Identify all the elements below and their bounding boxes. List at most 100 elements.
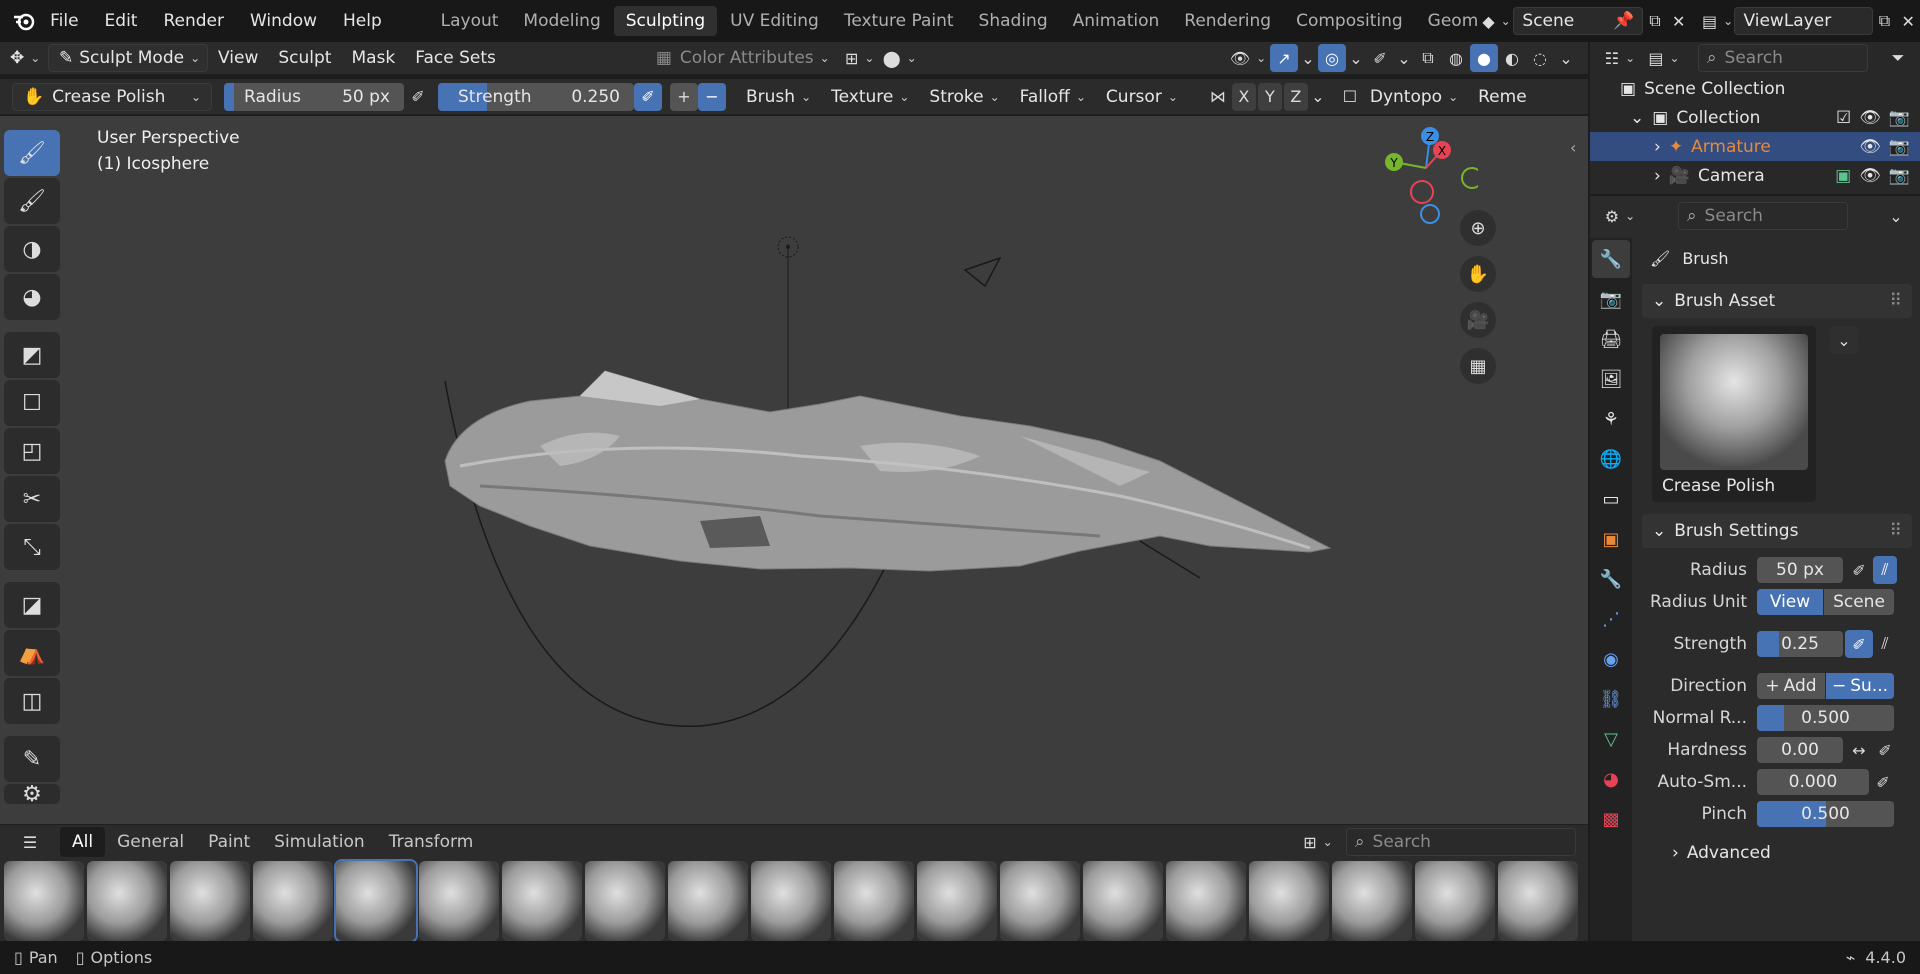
direction-add-icon[interactable]: + [670,82,698,111]
delete-view-layer-icon[interactable]: ✕ [1896,7,1920,35]
auto-smooth-pressure-icon[interactable]: ✐ [1871,768,1895,796]
outliner-editor-icon[interactable]: ☷ ⌄ [1598,44,1642,72]
menu-cursor[interactable]: Cursor ⌄ [1096,83,1188,111]
mirror-dropdown-icon[interactable]: ⌄ [1308,83,1328,111]
menu-face-sets[interactable]: Face Sets [405,44,506,72]
strength-pressure-icon[interactable]: ✐ [1845,630,1873,658]
tab-geometry-nodes[interactable]: Geomet [1416,6,1479,36]
menu-file[interactable]: File [37,0,91,42]
exclude-checkbox[interactable]: ☑ [1836,108,1851,128]
shading-dropdown-icon[interactable]: ⌄ [1554,44,1578,72]
tab-tool-icon[interactable]: 🔧 [1592,240,1630,278]
brush-thumbnail[interactable] [1083,861,1163,941]
box-mask-tool[interactable]: ☐ [4,380,60,426]
tab-shading[interactable]: Shading [967,6,1060,36]
expand-right-icon[interactable]: › [1654,166,1661,186]
radius-pressure-icon[interactable]: ✐ [1845,556,1873,584]
tab-scene-icon[interactable]: ⚘ [1592,400,1630,438]
gizmo-toggle-icon[interactable]: ↗ [1270,44,1298,72]
shelf-menu-icon[interactable]: ☰ [0,828,60,856]
tab-layout[interactable]: Layout [429,6,511,36]
strength-pressure-icon[interactable]: ✐ [634,82,662,111]
shelf-tab-general[interactable]: General [105,827,196,857]
tab-particles-icon[interactable]: ⋰ [1592,600,1630,638]
shading-material-icon[interactable]: ◐ [1498,44,1526,72]
properties-editor-icon[interactable]: ⚙ ⌄ [1598,202,1642,230]
strength-lock-icon[interactable]: ⫽ [1873,630,1897,658]
menu-mask[interactable]: Mask [341,44,405,72]
color-attributes-dropdown[interactable]: ▦ Color Attributes ⌄ [646,44,840,72]
shading-wireframe-icon[interactable]: ◍ [1442,44,1470,72]
mode-selector[interactable]: ✎ Sculpt Mode ⌄ [48,44,208,72]
shelf-search-input[interactable]: ⌕ Search [1346,828,1576,856]
brush-thumbnail[interactable] [1249,861,1329,941]
tab-texture-icon[interactable]: ▩ [1592,800,1630,838]
line-project-tool[interactable]: ⤡ [4,524,60,570]
eye-icon[interactable]: 👁 [1859,166,1881,186]
shelf-tab-paint[interactable]: Paint [196,827,262,857]
filter-icon[interactable]: ⏷ [1884,44,1912,72]
xray-toggle-icon[interactable]: ✐ [1366,44,1394,72]
expand-down-icon[interactable]: ⌄ [1630,108,1644,128]
brush-thumbnail[interactable] [834,861,914,941]
radius-field[interactable]: 50 px [1757,557,1843,583]
brush-thumbnail[interactable] [419,861,499,941]
xray-dropdown-icon[interactable]: ⌄ [1394,44,1414,72]
tab-material-icon[interactable]: ◕ [1592,760,1630,798]
face-set-paint-tool[interactable]: ◕ [4,274,60,320]
radius-unit-scene[interactable]: Scene [1824,589,1894,615]
tab-modifiers-icon[interactable]: 🔧 [1592,560,1630,598]
camera-view-icon[interactable]: 🎥 [1460,302,1496,338]
brush-thumbnail[interactable] [1415,861,1495,941]
hardness-pressure-icon[interactable]: ✐ [1873,736,1897,764]
brush-thumbnail[interactable] [87,861,167,941]
shelf-tab-transform[interactable]: Transform [377,827,486,857]
dyntopo-menu[interactable]: Dyntopo ⌄ [1360,83,1468,111]
color-filter-tool[interactable]: ◫ [4,678,60,724]
menu-sculpt[interactable]: Sculpt [268,44,341,72]
mirror-z-button[interactable]: Z [1283,82,1308,111]
delete-scene-icon[interactable]: ✕ [1667,7,1691,35]
navigation-gizmo[interactable]: Z X Y [1378,126,1478,226]
options-dropdown-icon[interactable]: ⌄ [1882,202,1910,230]
view-layer-icon[interactable]: ▤ ⌄ [1701,7,1735,35]
menu-edit[interactable]: Edit [92,0,151,42]
tab-data-icon[interactable]: ▽ [1592,720,1630,758]
dyntopo-checkbox[interactable]: ☐ [1340,83,1360,111]
menu-view[interactable]: View [208,44,268,72]
drag-handle-icon[interactable]: ⠿ [1890,521,1902,541]
scene-collection-row[interactable]: ▣ Scene Collection [1590,74,1920,103]
normal-radius-slider[interactable]: 0.500 [1757,705,1894,731]
brush-thumbnail[interactable] [751,861,831,941]
tab-physics-icon[interactable]: ◉ [1592,640,1630,678]
mirror-y-button[interactable]: Y [1257,82,1282,111]
view-layer-field[interactable]: ViewLayer [1734,7,1873,35]
tab-world-icon[interactable]: 🌐 [1592,440,1630,478]
brush-thumbnail[interactable] [668,861,748,941]
advanced-panel-header[interactable]: › Advanced [1642,838,1912,868]
tab-uv-editing[interactable]: UV Editing [718,6,831,36]
box-hide-tool[interactable]: ◩ [4,332,60,378]
shelf-tab-simulation[interactable]: Simulation [262,827,377,857]
tab-collection-icon[interactable]: ▭ [1592,480,1630,518]
outliner-search-input[interactable]: ⌕ Search [1698,44,1868,72]
brush-thumbnail[interactable] [585,861,665,941]
brush-preview[interactable]: Crease Polish [1652,326,1816,502]
brush-thumbnail[interactable] [1498,861,1578,941]
menu-falloff[interactable]: Falloff ⌄ [1010,83,1096,111]
collection-row[interactable]: ⌄ ▣ Collection ☑ 👁 📷 [1590,103,1920,132]
sculpt-options-icon[interactable]: ⬤ ⌄ [880,44,920,72]
gizmo-dropdown-icon[interactable]: ⌄ [1298,44,1318,72]
mask-tool[interactable]: ◑ [4,226,60,272]
mirror-icon[interactable]: ⋈ [1204,83,1232,111]
strength-field[interactable]: 0.25 [1757,631,1843,657]
camera-render-icon[interactable]: 📷 [1889,137,1910,157]
remesh-menu[interactable]: Remes [1468,83,1526,111]
zoom-icon[interactable]: ⊕ [1460,210,1496,246]
radius-unit-lock-icon[interactable]: ⫽ [1873,556,1897,584]
camera-render-icon[interactable]: 📷 [1889,108,1910,128]
new-scene-icon[interactable]: ⧉ [1643,7,1667,35]
3d-viewport[interactable]: User Perspective (1) Icosphere Z X Y ⊕ ✋… [60,116,1588,824]
symmetry-icon[interactable]: ⊞ ⌄ [840,44,880,72]
tab-view-layer-icon[interactable]: 🖼 [1592,360,1630,398]
